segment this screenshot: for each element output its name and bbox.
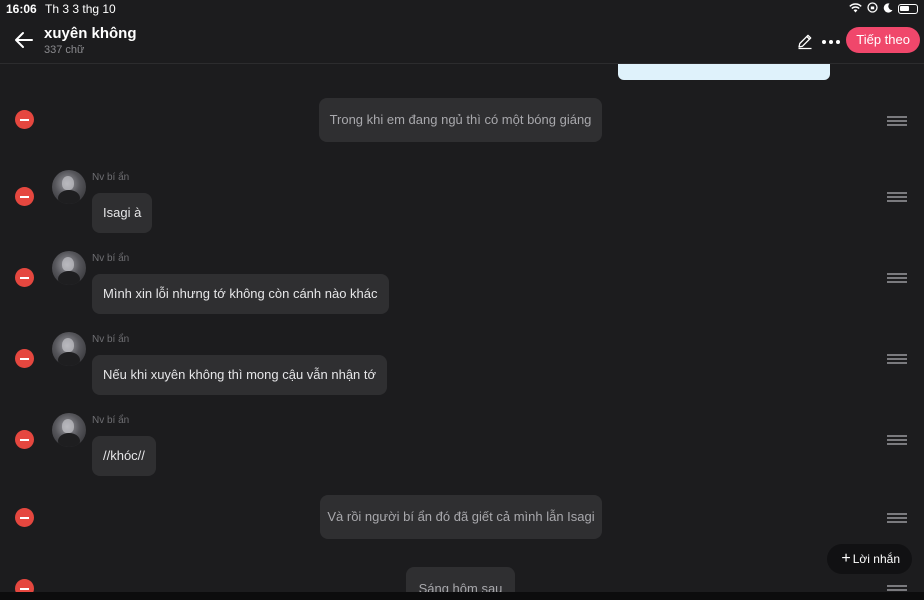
delete-button[interactable] <box>15 268 34 287</box>
narration-bubble[interactable]: Trong khi em đang ngủ thì có một bóng gi… <box>319 98 602 142</box>
edit-button[interactable] <box>796 32 814 50</box>
delete-button[interactable] <box>15 508 34 527</box>
arrow-left-icon <box>15 32 33 48</box>
add-message-label: Lời nhắn <box>852 552 900 566</box>
avatar <box>52 251 86 285</box>
back-button[interactable] <box>12 28 36 52</box>
wifi-icon <box>849 2 862 16</box>
delete-button[interactable] <box>15 349 34 368</box>
status-time: 16:06 <box>6 2 37 16</box>
narration-bubble[interactable]: Và rồi người bí ẩn đó đã giết cả mình lẫ… <box>320 495 602 539</box>
drag-handle-icon[interactable] <box>887 354 907 364</box>
drag-handle-icon[interactable] <box>887 273 907 283</box>
battery-icon <box>898 4 918 14</box>
character-name: Nv bí ẩn <box>92 334 130 345</box>
character-name: Nv bí ẩn <box>92 253 130 264</box>
status-date: Th 3 3 thg 10 <box>45 2 116 16</box>
delete-button[interactable] <box>15 187 34 206</box>
more-options-button[interactable] <box>821 30 841 48</box>
orientation-lock-icon <box>867 2 878 16</box>
bottom-edge <box>0 592 924 600</box>
message-bubble[interactable]: Isagi à <box>92 193 153 233</box>
avatar <box>52 170 86 204</box>
avatar <box>52 413 86 447</box>
drag-handle-icon[interactable] <box>887 192 907 202</box>
add-message-button[interactable]: + Lời nhắn <box>827 544 912 574</box>
character-name: Nv bí ẩn <box>92 172 130 183</box>
drag-handle-icon[interactable] <box>887 435 907 445</box>
delete-button[interactable] <box>15 430 34 449</box>
editor-header: xuyên không 337 chữ Tiếp theo <box>0 18 924 64</box>
moon-icon <box>883 2 893 16</box>
word-count: 337 chữ <box>44 44 85 56</box>
drag-handle-icon[interactable] <box>887 116 907 126</box>
message-bubble[interactable]: Nếu khi xuyên không thì mong cậu vẫn nhậ… <box>92 355 388 395</box>
message-bubble[interactable]: //khóc// <box>92 436 156 476</box>
chat-story-list: Trong khi em đang ngủ thì có một bóng gi… <box>0 64 924 600</box>
next-button[interactable]: Tiếp theo <box>846 27 920 53</box>
ellipsis-icon <box>822 40 840 44</box>
delete-button[interactable] <box>15 110 34 129</box>
status-icons <box>849 2 918 16</box>
message-bubble[interactable]: Mình xin lỗi nhưng tớ không còn cánh nào… <box>92 274 389 314</box>
previous-message-bubble <box>618 64 830 80</box>
story-title: xuyên không <box>44 25 137 42</box>
character-name: Nv bí ẩn <box>92 415 130 426</box>
plus-icon: + <box>841 550 851 567</box>
status-bar: 16:06 Th 3 3 thg 10 <box>0 0 924 18</box>
drag-handle-icon[interactable] <box>887 513 907 523</box>
pencil-icon <box>798 34 812 50</box>
avatar <box>52 332 86 366</box>
